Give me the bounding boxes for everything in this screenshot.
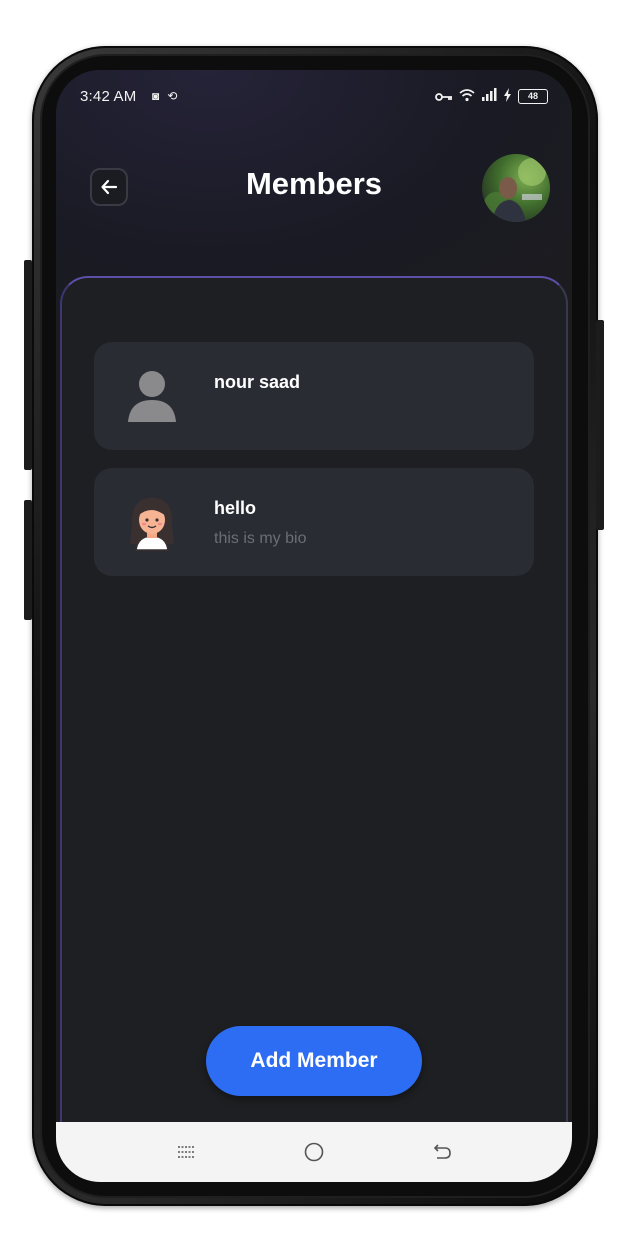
status-time: 3:42 AM [80,88,137,105]
profile-avatar[interactable] [482,154,550,222]
add-member-button[interactable]: Add Member [206,1026,422,1096]
girl-avatar-icon [122,492,182,552]
power-button [596,320,604,530]
status-bar: 3:42 AM ◙ ⟲ 48 [56,84,572,114]
system-nav-bar [56,1122,572,1182]
menu-icon[interactable] [170,1136,202,1168]
volume-up-button [24,260,32,470]
member-bio: this is my bio [214,530,307,547]
app-notification-icon: ◙ [152,89,160,103]
back-icon[interactable] [426,1136,458,1168]
charging-icon [503,88,512,105]
member-card[interactable]: hello this is my bio [94,468,534,576]
status-right-icons: 48 [435,88,548,105]
home-icon[interactable] [298,1136,330,1168]
volume-down-button [24,500,32,620]
member-name: nour saad [214,372,301,392]
member-name: hello [214,498,257,518]
notification-icons: ◙ ⟲ [152,89,177,103]
battery-icon: 48 [518,89,548,104]
default-person-icon [122,366,182,426]
wifi-icon [459,88,475,105]
profile-photo-icon [484,158,546,222]
app-screen: 3:42 AM ◙ ⟲ 48 Members nour saad hello t… [56,70,572,1182]
sync-notification-icon: ⟲ [167,89,178,103]
vpn-key-icon [435,89,453,105]
signal-icon [481,88,497,105]
member-card[interactable]: nour saad [94,342,534,450]
